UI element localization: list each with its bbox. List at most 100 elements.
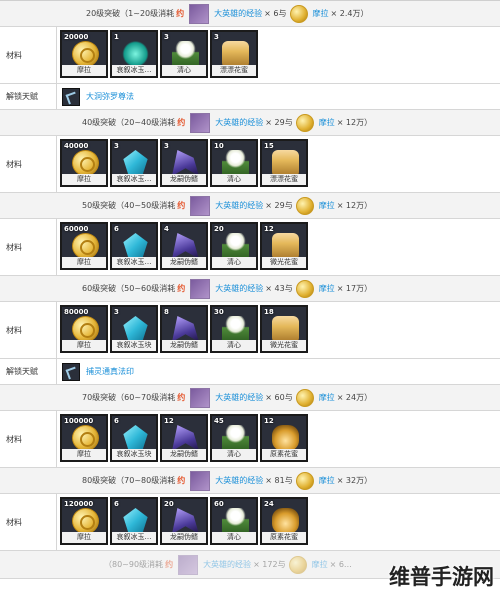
talent-link[interactable]: 捕灵通真法印	[86, 359, 134, 384]
material-count: 30	[214, 308, 224, 316]
material-item[interactable]: 4 龙嗣伪鳍	[160, 222, 208, 270]
exp-item-link[interactable]: 大英雄的经验	[215, 392, 263, 403]
mora-link[interactable]: 摩拉	[319, 117, 335, 128]
flower-material-icon	[222, 150, 249, 176]
connector-text: 与	[284, 201, 293, 210]
hero-wit-icon[interactable]	[189, 3, 210, 24]
material-item[interactable]: 3 漂漂花蜜	[210, 30, 258, 78]
material-item[interactable]: 60 清心	[210, 497, 258, 545]
material-item[interactable]: 60000 摩拉	[60, 222, 108, 270]
mora-link[interactable]: 摩拉	[319, 392, 335, 403]
materials-row: 材料 20000 摩拉 1 哀叙冰玉… 3 清心 3 漂漂花蜜	[0, 27, 500, 84]
mora-icon[interactable]	[288, 555, 307, 574]
material-item[interactable]: 6 哀叙冰玉块	[110, 414, 158, 462]
mora-icon[interactable]	[295, 279, 314, 298]
material-item[interactable]: 12 龙嗣伪鳍	[160, 414, 208, 462]
breakthrough-title: 20级突破（1~20级消耗	[86, 9, 175, 18]
mora-link[interactable]: 摩拉	[319, 200, 335, 211]
exp-item-link[interactable]: 大英雄的经验	[215, 200, 263, 211]
material-item[interactable]: 3 龙嗣伪鳍	[160, 139, 208, 187]
material-count: 60	[214, 500, 224, 508]
material-item[interactable]: 1 哀叙冰玉…	[110, 30, 158, 78]
material-name: 摩拉	[62, 340, 106, 351]
talent-icon[interactable]	[62, 363, 80, 381]
material-item[interactable]: 80000 摩拉	[60, 305, 108, 353]
material-item[interactable]: 20 龙嗣伪鳍	[160, 497, 208, 545]
column-divider	[56, 359, 57, 384]
material-item[interactable]: 30 清心	[210, 305, 258, 353]
material-name: 龙嗣伪鳍	[162, 174, 206, 185]
exp-count: × 29	[265, 201, 285, 210]
breakthrough-cost: 60级突破（50~60级消耗约 大英雄的经验 × 43 与 摩拉 × 17万）	[82, 276, 372, 301]
exp-count: × 6	[264, 9, 279, 18]
material-item[interactable]: 3 哀叙冰玉块	[110, 305, 158, 353]
material-count: 20	[164, 500, 174, 508]
hero-wit-icon[interactable]	[178, 554, 199, 575]
materials-row: 材料 40000 摩拉 3 哀叙冰玉… 3 龙嗣伪鳍 10 清心 15 漂漂花蜜	[0, 136, 500, 193]
mora-count: × 17万）	[336, 284, 373, 293]
material-item[interactable]: 40000 摩拉	[60, 139, 108, 187]
materials-label: 材料	[6, 325, 22, 335]
mora-icon[interactable]	[295, 196, 314, 215]
exp-item-link[interactable]: 大英雄的经验	[203, 559, 251, 570]
material-item[interactable]: 15 漂漂花蜜	[260, 139, 308, 187]
material-item[interactable]: 6 哀叙冰玉…	[110, 222, 158, 270]
material-count: 60000	[64, 225, 89, 233]
flower-material-icon	[222, 425, 249, 451]
mora-icon[interactable]	[295, 471, 314, 490]
material-name: 哀叙冰玉块	[112, 449, 156, 460]
material-item[interactable]: 3 清心	[160, 30, 208, 78]
hero-wit-icon[interactable]	[190, 112, 211, 133]
mora-count: × 32万）	[336, 476, 373, 485]
material-item[interactable]: 20000 摩拉	[60, 30, 108, 78]
mora-count: × 2.4万）	[330, 9, 369, 18]
material-item[interactable]: 8 龙嗣伪鳍	[160, 305, 208, 353]
exp-item-link[interactable]: 大英雄的经验	[215, 283, 263, 294]
mora-icon[interactable]	[289, 4, 308, 23]
exp-item-link[interactable]: 大英雄的经验	[215, 117, 263, 128]
bottle-material-icon	[272, 150, 299, 176]
mora-link[interactable]: 摩拉	[312, 559, 328, 570]
hero-wit-icon[interactable]	[190, 387, 211, 408]
material-item[interactable]: 45 清心	[210, 414, 258, 462]
ice-material-icon	[123, 508, 148, 534]
pot-material-icon	[272, 425, 299, 451]
material-item[interactable]: 18 微光花蜜	[260, 305, 308, 353]
material-count: 45	[214, 417, 224, 425]
material-item[interactable]: 100000 摩拉	[60, 414, 108, 462]
material-item[interactable]: 120000 摩拉	[60, 497, 108, 545]
approx-label: 约	[176, 9, 185, 18]
mora-icon[interactable]	[295, 113, 314, 132]
material-item[interactable]: 6 哀叙冰玉…	[110, 497, 158, 545]
flower-material-icon	[222, 316, 249, 342]
exp-item-link[interactable]: 大英雄的经验	[215, 475, 263, 486]
approx-label: 约	[177, 201, 186, 210]
hero-wit-icon[interactable]	[190, 278, 211, 299]
column-divider	[56, 411, 57, 467]
breakthrough-cost: （80~90级消耗约 大英雄的经验 × 172 与 摩拉 × 6…	[104, 551, 352, 578]
breakthrough-cost: 20级突破（1~20级消耗约 大英雄的经验 × 6 与 摩拉 × 2.4万）	[86, 1, 368, 26]
material-name: 摩拉	[62, 532, 106, 543]
hero-wit-icon[interactable]	[190, 195, 211, 216]
talent-icon[interactable]	[62, 88, 80, 106]
talent-link[interactable]: 大洞弥罗尊法	[86, 84, 134, 109]
material-item[interactable]: 24 原素花蜜	[260, 497, 308, 545]
material-item[interactable]: 10 清心	[210, 139, 258, 187]
mora-link[interactable]: 摩拉	[313, 8, 329, 19]
material-item[interactable]: 12 微光花蜜	[260, 222, 308, 270]
material-item[interactable]: 12 原素花蜜	[260, 414, 308, 462]
mora-icon[interactable]	[295, 388, 314, 407]
material-item[interactable]: 20 清心	[210, 222, 258, 270]
exp-item-link[interactable]: 大英雄的经验	[214, 8, 262, 19]
material-name: 摩拉	[62, 257, 106, 268]
material-count: 3	[164, 142, 169, 150]
coin-material-icon	[72, 150, 99, 176]
mora-link[interactable]: 摩拉	[319, 283, 335, 294]
material-name: 哀叙冰玉…	[112, 532, 156, 543]
mora-link[interactable]: 摩拉	[319, 475, 335, 486]
material-count: 6	[114, 417, 119, 425]
hero-wit-icon[interactable]	[190, 470, 211, 491]
breakthrough-cost: 50级突破（40~50级消耗约 大英雄的经验 × 29 与 摩拉 × 12万）	[82, 193, 372, 218]
material-item[interactable]: 3 哀叙冰玉…	[110, 139, 158, 187]
material-list: 120000 摩拉 6 哀叙冰玉… 20 龙嗣伪鳍 60 清心 24 原素花蜜	[60, 497, 308, 545]
